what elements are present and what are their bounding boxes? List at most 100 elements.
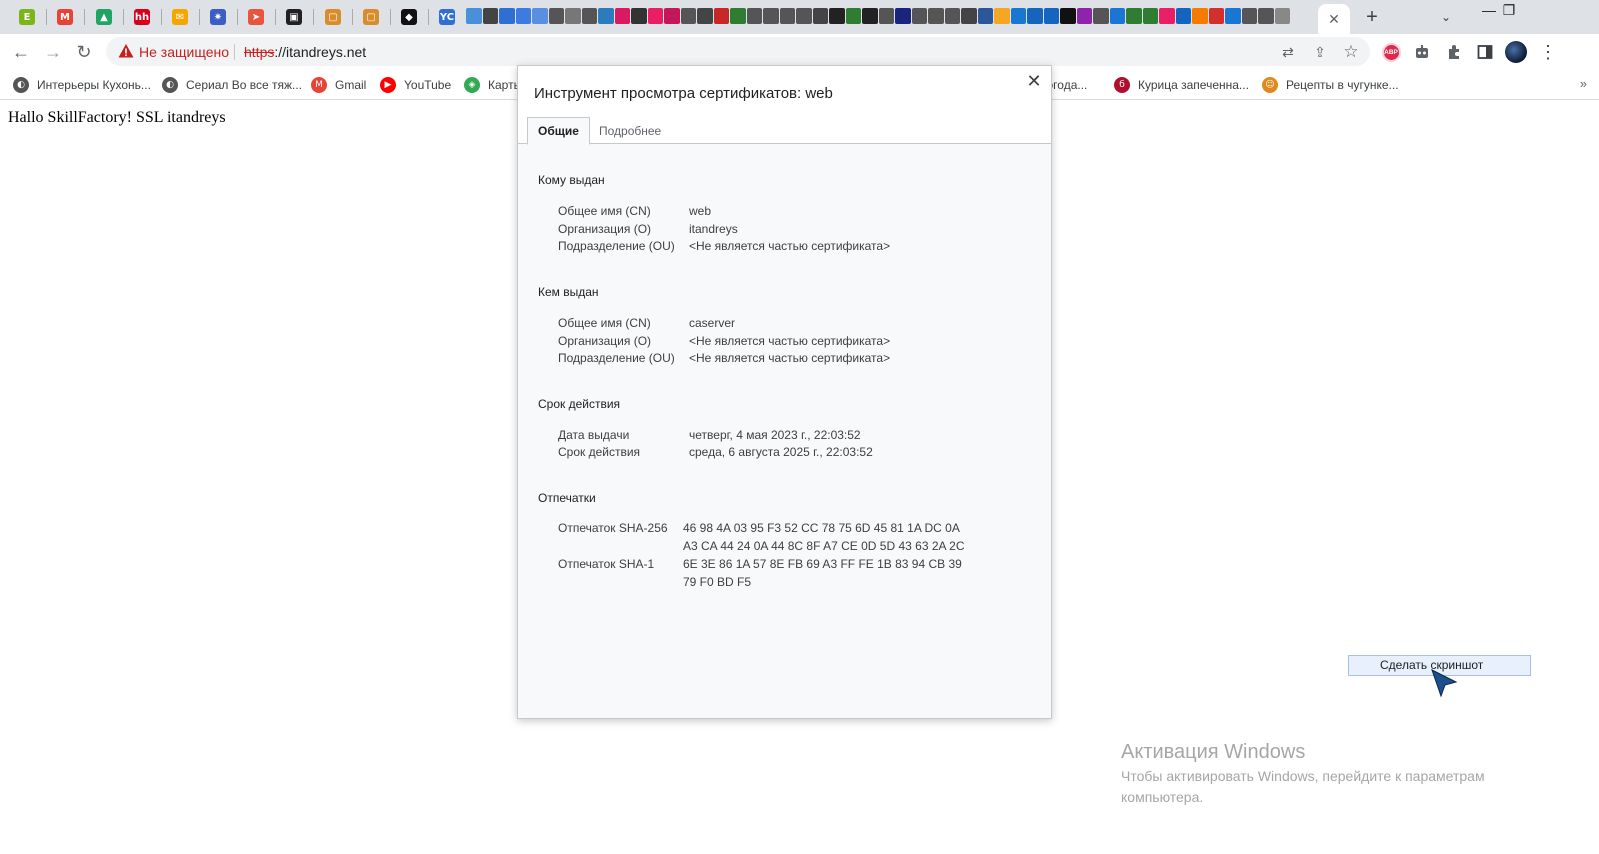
tab-favicon-icon[interactable]: [548, 8, 564, 24]
share-icon[interactable]: ⇪: [1310, 42, 1330, 62]
warning-icon[interactable]: [118, 43, 134, 59]
forward-button[interactable]: →: [39, 39, 67, 65]
restore-button[interactable]: ❐: [1494, 0, 1524, 20]
tab-fav-frame1[interactable]: ▢: [321, 5, 345, 29]
not-secure-label[interactable]: Не защищено: [139, 44, 229, 60]
tab-favicon-icon[interactable]: [763, 8, 779, 24]
side-panel-icon[interactable]: [1473, 40, 1497, 64]
tab-favicon-icon[interactable]: [1225, 8, 1241, 24]
tab-fav-frame2[interactable]: ▢: [359, 5, 383, 29]
bookmarks-overflow-button[interactable]: »: [1580, 76, 1587, 91]
tab-favicon-icon[interactable]: [862, 8, 878, 24]
tab-fav-mail[interactable]: ✉: [168, 5, 192, 29]
tab-favicon-icon[interactable]: [944, 8, 960, 24]
tab-favicon-icon[interactable]: [1043, 8, 1059, 24]
sha1-label: Отпечаток SHA-1: [558, 557, 655, 571]
tab-favicon-icon[interactable]: [895, 8, 911, 24]
tab-favicon-icon[interactable]: [1126, 8, 1142, 24]
tab-favicon-icon[interactable]: [812, 8, 828, 24]
tab-favicon-icon[interactable]: [1274, 8, 1290, 24]
tab-favicon-icon[interactable]: [1027, 8, 1043, 24]
close-tab-icon[interactable]: ✕: [1328, 11, 1340, 28]
tab-favicon-icon[interactable]: [977, 8, 993, 24]
tab-favicon-icon[interactable]: [1159, 8, 1175, 24]
tab-favicon-icon[interactable]: [1010, 8, 1026, 24]
tab-favicon-icon[interactable]: [829, 8, 845, 24]
tab-separator: [313, 9, 314, 25]
bookmark-item[interactable]: ◐ Сериал Во все тяж...: [162, 76, 302, 94]
tab-favicon-icon[interactable]: [878, 8, 894, 24]
tab-search-button[interactable]: ⌄: [1436, 7, 1456, 27]
tab-fav-drive[interactable]: ▲: [92, 5, 116, 29]
tab-general[interactable]: Общие: [527, 117, 590, 145]
tab-favicon-icon[interactable]: [598, 8, 614, 24]
tab-favicon-icon[interactable]: [1060, 8, 1076, 24]
tab-favicon-icon[interactable]: [680, 8, 696, 24]
tab-favicon-icon[interactable]: [746, 8, 762, 24]
tab-favicon-icon[interactable]: [961, 8, 977, 24]
tab-favicon-icon[interactable]: [697, 8, 713, 24]
tab-fav-star[interactable]: ✷: [206, 5, 230, 29]
tab-favicon-icon[interactable]: [928, 8, 944, 24]
tab-favicon-icon[interactable]: [1258, 8, 1274, 24]
new-tab-button[interactable]: +: [1360, 4, 1384, 30]
bookmark-item[interactable]: ◐ Интерьеры Кухонь...: [13, 76, 151, 94]
issue-date-label: Дата выдачи: [558, 428, 630, 442]
tab-favicon-icon[interactable]: [532, 8, 548, 24]
active-tab[interactable]: ✕: [1318, 4, 1350, 34]
tab-favicon-icon[interactable]: [1076, 8, 1092, 24]
tab-favicon-icon[interactable]: [482, 8, 498, 24]
tab-favicon-icon[interactable]: [713, 8, 729, 24]
tab-fav-contact[interactable]: ▣: [282, 5, 306, 29]
reload-button[interactable]: ↻: [70, 39, 98, 65]
tab-favicon-icon[interactable]: [631, 8, 647, 24]
tab-favicon-icon[interactable]: [499, 8, 515, 24]
bookmark-item[interactable]: б Курица запеченна...: [1114, 76, 1249, 94]
adblock-extension-icon[interactable]: ABP: [1379, 40, 1403, 64]
tab-favicon-icon[interactable]: [515, 8, 531, 24]
bookmark-star-icon[interactable]: ☆: [1341, 42, 1361, 62]
tab-favicon-icon[interactable]: [614, 8, 630, 24]
tab-favicon-icon[interactable]: [994, 8, 1010, 24]
tab-favicon-icon[interactable]: [730, 8, 746, 24]
tab-fav-gmail-icon: M: [57, 9, 73, 25]
tab-favicon-icon[interactable]: [796, 8, 812, 24]
tab-fav-yc-icon: YC: [439, 9, 455, 25]
tab-favicon-icon[interactable]: [565, 8, 581, 24]
tab-favicon-icon[interactable]: [911, 8, 927, 24]
address-bar[interactable]: Не защищено https://itandreys.net ⇄ ⇪ ☆: [106, 37, 1370, 66]
tab-favicon-icon[interactable]: [1093, 8, 1109, 24]
tab-favicon-icon[interactable]: [779, 8, 795, 24]
back-button[interactable]: ←: [7, 39, 35, 65]
profile-avatar[interactable]: [1504, 40, 1528, 64]
tab-favicon-icon[interactable]: [1192, 8, 1208, 24]
tab-favicon-icon[interactable]: [581, 8, 597, 24]
tab-favicon-icon[interactable]: [647, 8, 663, 24]
tab-fav-gmail[interactable]: M: [53, 5, 77, 29]
tab-fav-green-e[interactable]: E: [15, 5, 39, 29]
extensions-puzzle-icon[interactable]: [1442, 40, 1466, 64]
browser-menu-icon[interactable]: ⋮: [1536, 40, 1560, 64]
close-icon[interactable]: ✕: [1025, 71, 1043, 91]
url-text[interactable]: https://itandreys.net: [244, 44, 366, 60]
tab-favicon-icon[interactable]: [466, 8, 482, 24]
bookmark-item[interactable]: ◈ Карты: [464, 76, 522, 94]
tab-fav-yc[interactable]: YC: [435, 5, 459, 29]
tab-fav-arrow[interactable]: ➤: [244, 5, 268, 29]
tab-fav-layers[interactable]: ◆: [397, 5, 421, 29]
tab-favicon-icon[interactable]: [1142, 8, 1158, 24]
tab-favicon-icon[interactable]: [845, 8, 861, 24]
bookmark-item[interactable]: ☺ Рецепты в чугунке...: [1262, 76, 1399, 94]
tab-details[interactable]: Подробнее: [589, 117, 671, 144]
tab-favicon-icon[interactable]: [1109, 8, 1125, 24]
tab-favicon-icon[interactable]: [664, 8, 680, 24]
tab-fav-hh[interactable]: hh: [130, 5, 154, 29]
tab-favicon-icon[interactable]: [1175, 8, 1191, 24]
robot-extension-icon[interactable]: [1410, 40, 1434, 64]
bookmark-label: Сериал Во все тяж...: [186, 78, 303, 92]
bookmark-item[interactable]: M Gmail: [311, 76, 366, 94]
bookmark-item[interactable]: ▶ YouTube: [380, 76, 451, 94]
tab-favicon-icon[interactable]: [1241, 8, 1257, 24]
translate-icon[interactable]: ⇄: [1278, 42, 1298, 62]
tab-favicon-icon[interactable]: [1208, 8, 1224, 24]
